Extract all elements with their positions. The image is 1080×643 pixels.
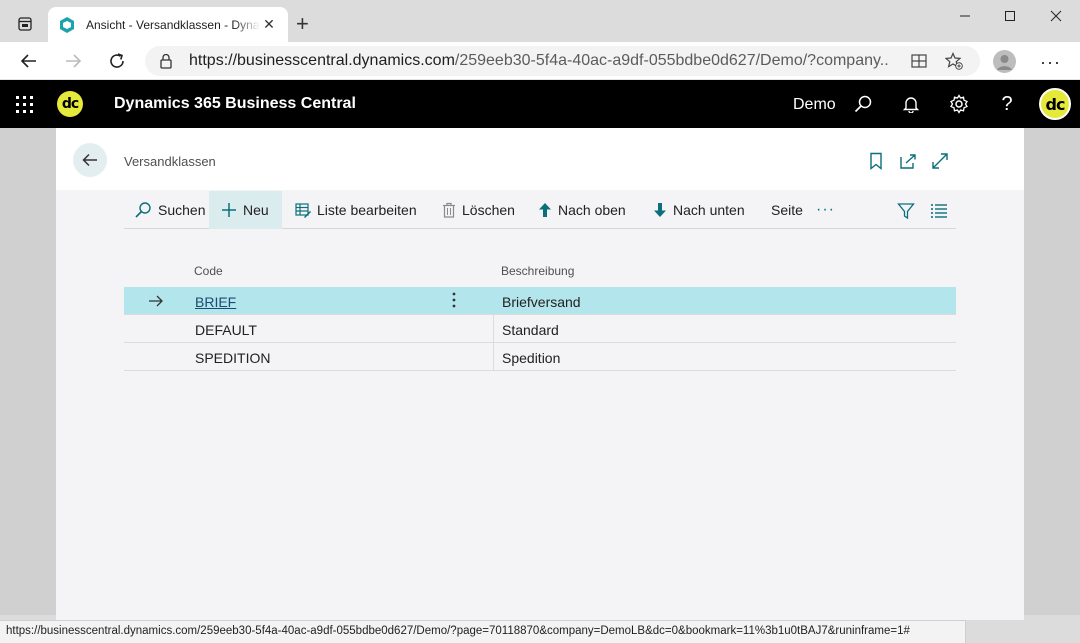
content-area bbox=[56, 190, 1024, 620]
edit-list-icon bbox=[295, 202, 311, 218]
notifications-bell-icon[interactable] bbox=[900, 93, 922, 115]
url-text: https://businesscentral.dynamics.com/259… bbox=[189, 52, 889, 70]
expand-icon[interactable] bbox=[931, 152, 949, 170]
cell-description[interactable]: Standard bbox=[502, 322, 559, 338]
close-window-icon[interactable] bbox=[1033, 6, 1079, 26]
search-icon bbox=[134, 201, 152, 219]
cell-code[interactable]: SPEDITION bbox=[195, 350, 270, 366]
cell-code[interactable]: BRIEF bbox=[195, 294, 236, 310]
arrow-up-icon bbox=[538, 202, 552, 218]
trash-icon bbox=[442, 202, 456, 218]
edit-list-button[interactable]: Liste bearbeiten bbox=[295, 191, 417, 229]
search-button[interactable]: Suchen bbox=[134, 191, 205, 229]
move-up-button[interactable]: Nach oben bbox=[538, 191, 626, 229]
back-button[interactable] bbox=[73, 143, 107, 177]
column-header-code[interactable]: Code bbox=[194, 264, 223, 278]
new-button-label: Neu bbox=[243, 202, 269, 218]
url-path: /259eeb30-5f4a-40ac-a9df-055bdbe0d627/De… bbox=[454, 52, 889, 69]
search-icon[interactable] bbox=[852, 93, 874, 115]
page-menu-label: Seite bbox=[771, 202, 803, 218]
move-down-label: Nach unten bbox=[673, 202, 745, 218]
lock-icon[interactable] bbox=[159, 53, 173, 69]
url-field[interactable]: https://businesscentral.dynamics.com/259… bbox=[145, 46, 980, 76]
url-host: https://businesscentral.dynamics.com bbox=[189, 52, 455, 69]
filter-icon[interactable] bbox=[896, 201, 916, 221]
table-row[interactable]: DEFAULT Standard bbox=[124, 315, 956, 343]
move-down-button[interactable]: Nach unten bbox=[653, 191, 745, 229]
link-status-bar: https://businesscentral.dynamics.com/259… bbox=[0, 620, 966, 643]
help-icon[interactable]: ? bbox=[996, 93, 1018, 115]
company-name[interactable]: Demo bbox=[793, 96, 836, 114]
cell-code[interactable]: DEFAULT bbox=[195, 322, 257, 338]
move-up-label: Nach oben bbox=[558, 202, 626, 218]
tab-close-icon[interactable]: ✕ bbox=[260, 16, 278, 33]
edit-list-label: Liste bearbeiten bbox=[317, 202, 417, 218]
search-button-label: Suchen bbox=[158, 202, 206, 218]
tab-title: Ansicht - Versandklassen - Dynamics 365 … bbox=[86, 17, 260, 32]
company-logo[interactable]: dc bbox=[57, 91, 83, 117]
browser-menu-icon[interactable]: ··· bbox=[1040, 52, 1061, 73]
new-button[interactable]: Neu bbox=[209, 191, 282, 229]
browser-tab-active[interactable]: Ansicht - Versandklassen - Dynamics 365 … bbox=[48, 7, 288, 42]
delete-label: Löschen bbox=[462, 202, 515, 218]
open-new-window-icon[interactable] bbox=[899, 152, 917, 170]
user-avatar[interactable]: dc bbox=[1039, 88, 1071, 120]
column-divider bbox=[493, 343, 494, 371]
maximize-icon[interactable] bbox=[987, 6, 1033, 26]
new-tab-icon[interactable]: + bbox=[296, 13, 309, 35]
forward-browser-icon[interactable] bbox=[61, 49, 85, 73]
cell-description[interactable]: Spedition bbox=[502, 350, 560, 366]
settings-gear-icon[interactable] bbox=[948, 93, 970, 115]
bookmark-icon[interactable] bbox=[867, 152, 885, 170]
row-actions-menu-icon[interactable] bbox=[452, 292, 456, 311]
page-title: Versandklassen bbox=[124, 154, 216, 169]
page-menu-button[interactable]: Seite bbox=[771, 191, 803, 229]
action-bar: Suchen Neu Liste bearbeiten Löschen Nach… bbox=[124, 191, 956, 229]
delete-button[interactable]: Löschen bbox=[442, 191, 515, 229]
app-header: dc Dynamics 365 Business Central Demo ? … bbox=[0, 80, 1080, 128]
column-header-description[interactable]: Beschreibung bbox=[501, 264, 574, 278]
app-title[interactable]: Dynamics 365 Business Central bbox=[114, 95, 356, 113]
reload-icon[interactable] bbox=[105, 49, 129, 73]
table-row[interactable]: SPEDITION Spedition bbox=[124, 343, 956, 371]
arrow-down-icon bbox=[653, 202, 667, 218]
tab-actions-icon[interactable] bbox=[10, 11, 40, 37]
split-view-icon[interactable] bbox=[911, 53, 927, 74]
column-divider bbox=[493, 315, 494, 343]
minimize-icon[interactable] bbox=[942, 6, 988, 26]
app-launcher-icon[interactable] bbox=[16, 96, 33, 113]
table-row[interactable]: BRIEF Briefversand bbox=[124, 287, 956, 315]
favorites-add-icon[interactable] bbox=[944, 52, 963, 75]
back-browser-icon[interactable] bbox=[17, 49, 41, 73]
profile-avatar[interactable] bbox=[993, 50, 1016, 73]
row-selector-arrow-icon bbox=[148, 294, 164, 311]
browser-tabstrip: Ansicht - Versandklassen - Dynamics 365 … bbox=[0, 0, 1080, 42]
d365-favicon-icon bbox=[60, 16, 74, 33]
plus-icon bbox=[221, 202, 237, 218]
address-bar-row: https://businesscentral.dynamics.com/259… bbox=[0, 42, 1080, 80]
list-view-icon[interactable] bbox=[929, 201, 949, 221]
more-options-icon[interactable]: ··· bbox=[816, 191, 835, 229]
cell-description[interactable]: Briefversand bbox=[502, 294, 581, 310]
